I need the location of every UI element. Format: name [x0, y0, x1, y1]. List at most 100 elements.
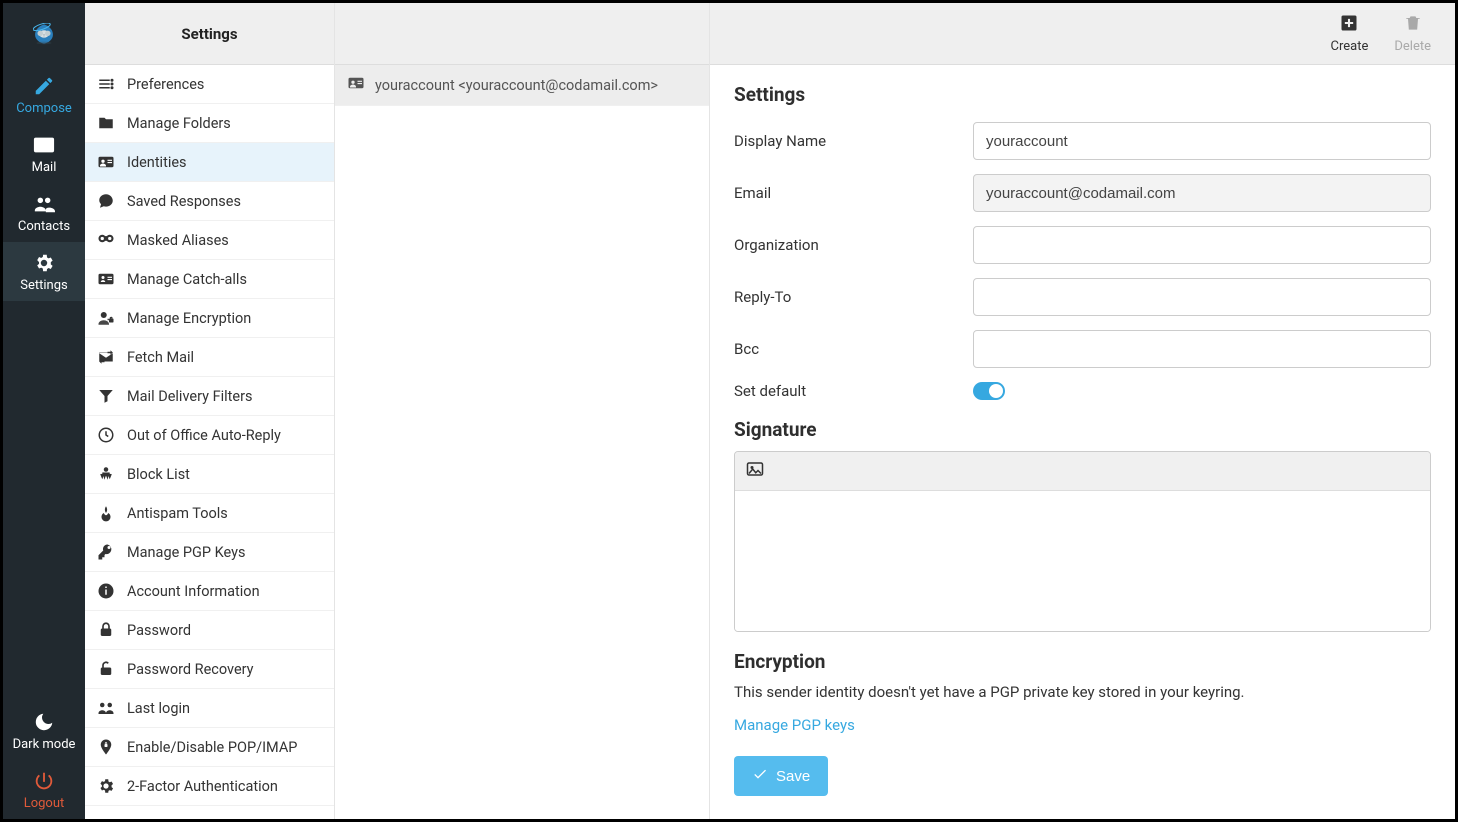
- settings-item[interactable]: Account Information: [85, 572, 334, 611]
- settings-item-label: Manage Encryption: [127, 310, 251, 327]
- signature-toolbar: [735, 452, 1430, 491]
- settings-list: Preferences Manage Folders Identities Saved…: [85, 65, 334, 819]
- settings-item-label: Fetch Mail: [127, 349, 194, 366]
- settings-item-label: Password Recovery: [127, 661, 254, 678]
- settings-item[interactable]: Manage Folders: [85, 104, 334, 143]
- settings-item-icon: [97, 582, 115, 600]
- settings-item-icon: [97, 699, 115, 717]
- image-icon[interactable]: [745, 463, 765, 482]
- settings-item[interactable]: Out of Office Auto-Reply: [85, 416, 334, 455]
- manage-pgp-link[interactable]: Manage PGP keys: [734, 716, 855, 734]
- settings-item-label: Saved Responses: [127, 193, 241, 210]
- app-body: Settings Preferences Manage Folders Identi…: [85, 3, 1455, 819]
- settings-item-icon: [97, 426, 115, 444]
- settings-item[interactable]: Antispam Tools: [85, 494, 334, 533]
- settings-item-icon: [97, 348, 115, 366]
- settings-item-icon: [97, 75, 115, 93]
- settings-item[interactable]: Block List: [85, 455, 334, 494]
- save-label: Save: [776, 768, 810, 785]
- settings-item-label: Password: [127, 622, 191, 639]
- settings-item[interactable]: Password: [85, 611, 334, 650]
- nav-mail[interactable]: Mail: [3, 124, 85, 183]
- encryption-heading: Encryption: [734, 650, 1431, 673]
- create-button[interactable]: Create: [1331, 13, 1369, 54]
- settings-item-label: Out of Office Auto-Reply: [127, 427, 281, 444]
- trash-icon: [1403, 13, 1423, 37]
- settings-item-label: Account Information: [127, 583, 260, 600]
- input-organization[interactable]: [973, 226, 1431, 264]
- settings-item-label: Block List: [127, 466, 190, 483]
- input-display-name[interactable]: [973, 122, 1431, 160]
- plus-square-icon: [1339, 13, 1359, 37]
- settings-header: Settings: [85, 3, 334, 65]
- settings-item-label: Masked Aliases: [127, 232, 229, 249]
- input-email: [973, 174, 1431, 212]
- settings-item-label: Antispam Tools: [127, 505, 228, 522]
- identities-column: youraccount <youraccount@codamail.com>: [335, 3, 710, 819]
- identities-header: [335, 3, 709, 65]
- settings-item-label: Mail Delivery Filters: [127, 388, 252, 405]
- nav-logout[interactable]: Logout: [3, 760, 85, 819]
- nav-contacts[interactable]: Contacts: [3, 183, 85, 242]
- input-bcc[interactable]: [973, 330, 1431, 368]
- settings-item-label: Enable/Disable POP/IMAP: [127, 739, 297, 756]
- nav-contacts-label: Contacts: [18, 219, 70, 234]
- settings-item[interactable]: Fetch Mail: [85, 338, 334, 377]
- settings-item[interactable]: Identities: [85, 143, 334, 182]
- settings-item[interactable]: Saved Responses: [85, 182, 334, 221]
- label-organization: Organization: [734, 236, 973, 254]
- settings-item-icon: [97, 777, 115, 795]
- nav-settings-label: Settings: [20, 278, 67, 293]
- settings-item-icon: [97, 309, 115, 327]
- identity-item[interactable]: youraccount <youraccount@codamail.com>: [335, 65, 709, 106]
- label-display-name: Display Name: [734, 132, 973, 150]
- nav-mail-label: Mail: [32, 160, 57, 175]
- settings-item[interactable]: 2-Factor Authentication: [85, 767, 334, 806]
- toggle-set-default[interactable]: [973, 382, 1005, 400]
- signature-heading: Signature: [734, 418, 1431, 441]
- app-logo: [3, 3, 85, 65]
- settings-item[interactable]: Password Recovery: [85, 650, 334, 689]
- save-button[interactable]: Save: [734, 756, 828, 796]
- detail-column: Create Delete Settings Display Name Emai…: [710, 3, 1455, 819]
- settings-item-icon: [97, 738, 115, 756]
- identity-label: youraccount <youraccount@codamail.com>: [375, 77, 658, 94]
- settings-item[interactable]: Last login: [85, 689, 334, 728]
- input-reply-to[interactable]: [973, 278, 1431, 316]
- nav-logout-label: Logout: [24, 796, 65, 811]
- settings-item-icon: [97, 114, 115, 132]
- nav-compose-label: Compose: [16, 101, 72, 116]
- settings-item-icon: [97, 465, 115, 483]
- settings-item-label: Identities: [127, 154, 187, 171]
- nav-compose[interactable]: Compose: [3, 65, 85, 124]
- settings-item[interactable]: Manage Encryption: [85, 299, 334, 338]
- settings-item[interactable]: Mail Delivery Filters: [85, 377, 334, 416]
- settings-item-label: Last login: [127, 700, 190, 717]
- settings-item-icon: [97, 270, 115, 288]
- settings-item-label: Preferences: [127, 76, 204, 93]
- settings-item[interactable]: Manage Catch-alls: [85, 260, 334, 299]
- settings-item-icon: [97, 192, 115, 210]
- label-bcc: Bcc: [734, 340, 973, 358]
- signature-editor[interactable]: [735, 491, 1430, 631]
- nav-rail: Compose Mail Contacts Settings Dark mode…: [3, 3, 85, 819]
- delete-button: Delete: [1394, 13, 1431, 54]
- settings-item-icon: [97, 660, 115, 678]
- nav-settings[interactable]: Settings: [3, 242, 85, 301]
- check-icon: [752, 766, 768, 786]
- settings-item[interactable]: Preferences: [85, 65, 334, 104]
- nav-darkmode-label: Dark mode: [13, 737, 76, 752]
- settings-item-icon: [97, 504, 115, 522]
- settings-item-label: 2-Factor Authentication: [127, 778, 278, 795]
- label-email: Email: [734, 184, 973, 202]
- nav-darkmode[interactable]: Dark mode: [3, 701, 85, 760]
- settings-item-label: Manage PGP Keys: [127, 544, 246, 561]
- settings-item[interactable]: Manage PGP Keys: [85, 533, 334, 572]
- settings-item-icon: [97, 231, 115, 249]
- settings-item[interactable]: Enable/Disable POP/IMAP: [85, 728, 334, 767]
- settings-item[interactable]: Masked Aliases: [85, 221, 334, 260]
- signature-box: [734, 451, 1431, 632]
- settings-item-icon: [97, 543, 115, 561]
- encryption-text: This sender identity doesn't yet have a …: [734, 683, 1431, 701]
- settings-item-icon: [97, 387, 115, 405]
